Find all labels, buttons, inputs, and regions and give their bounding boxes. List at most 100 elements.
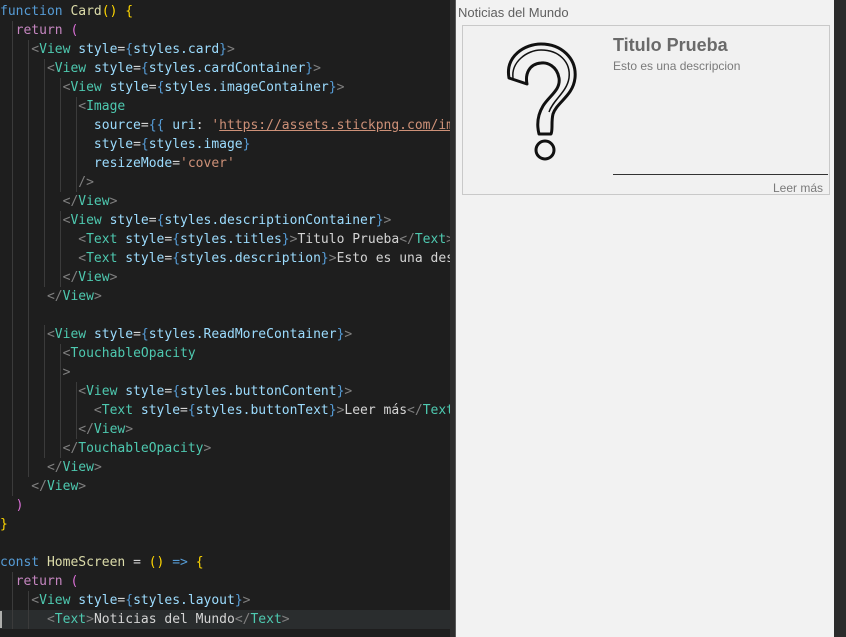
code-line[interactable]: </View> xyxy=(0,287,102,306)
code-line[interactable]: const HomeScreen = () => { xyxy=(0,553,204,572)
code-token: > xyxy=(93,289,102,304)
code-line[interactable]: style={styles.image} xyxy=(0,135,251,154)
code-token: = xyxy=(140,118,149,133)
code-line[interactable]: <Text style={styles.buttonText}>Leer más… xyxy=(0,401,450,420)
code-line[interactable]: </View> xyxy=(0,458,102,477)
code-token: < xyxy=(0,593,40,608)
code-token: </ xyxy=(234,612,251,627)
code-token: styles.card xyxy=(133,42,220,57)
code-token: {{ xyxy=(148,118,173,133)
code-token: View xyxy=(70,80,110,95)
code-token: } xyxy=(328,80,337,95)
code-line[interactable]: </View> xyxy=(0,420,133,439)
code-token: ' xyxy=(211,118,220,133)
code-token: View xyxy=(54,61,94,76)
code-token: View xyxy=(86,384,126,399)
code-editor[interactable]: function Card() { return ( <View style={… xyxy=(0,0,450,637)
code-token: > xyxy=(125,422,134,437)
code-token: } xyxy=(219,42,227,57)
code-token: Text xyxy=(422,403,450,418)
code-token: { xyxy=(125,42,134,57)
code-line[interactable]: <Text style={styles.titles}>Titulo Prueb… xyxy=(0,230,450,249)
code-line[interactable]: <Text>Noticias del Mundo</Text> xyxy=(0,610,290,629)
code-line[interactable]: </TouchableOpacity> xyxy=(0,439,212,458)
code-token: : xyxy=(195,118,212,133)
code-token: } xyxy=(0,517,8,532)
code-token: uri xyxy=(172,118,196,133)
code-token: View xyxy=(93,422,126,437)
code-token: { xyxy=(172,251,181,266)
code-token: const xyxy=(0,555,47,570)
code-token: styles.descriptionContainer xyxy=(164,213,376,228)
code-line[interactable]: <View style={styles.ReadMoreContainer}> xyxy=(0,325,352,344)
code-token: style xyxy=(125,384,165,399)
code-token: source xyxy=(0,118,141,133)
code-token: Text xyxy=(250,612,282,627)
code-line[interactable]: ) xyxy=(0,496,24,515)
code-line[interactable]: <View style={styles.descriptionContainer… xyxy=(0,211,392,230)
code-token: TouchableOpacity xyxy=(70,346,196,361)
code-line[interactable]: <View style={styles.cardContainer}> xyxy=(0,59,321,78)
code-token: = xyxy=(133,61,141,76)
code-line[interactable]: <View style={styles.card}> xyxy=(0,40,235,59)
code-token: Image xyxy=(86,99,126,114)
code-line[interactable]: <View style={styles.layout}> xyxy=(0,591,250,610)
code-line[interactable]: return ( xyxy=(0,21,79,40)
code-token: styles.image xyxy=(148,137,243,152)
code-line[interactable]: </View> xyxy=(0,268,118,287)
code-line[interactable]: <View style={styles.buttonContent}> xyxy=(0,382,352,401)
code-token: Text xyxy=(86,232,126,247)
code-token: > xyxy=(203,441,212,456)
news-card: Titulo Prueba Esto es una descripcion Le… xyxy=(462,25,830,195)
scrollbar[interactable] xyxy=(834,0,846,637)
code-token: > xyxy=(109,194,118,209)
code-token: < xyxy=(0,61,55,76)
text-cursor xyxy=(0,611,2,628)
code-token: = xyxy=(172,156,181,171)
code-line[interactable]: } xyxy=(0,515,8,534)
code-line[interactable]: <TouchableOpacity xyxy=(0,344,196,363)
code-token: TouchableOpacity xyxy=(78,441,204,456)
code-token: styles.description xyxy=(180,251,321,266)
code-token: style xyxy=(78,593,118,608)
code-token: View xyxy=(78,194,110,209)
code-token: { xyxy=(172,232,181,247)
code-line[interactable]: </View> xyxy=(0,192,118,211)
code-token: /> xyxy=(0,175,94,190)
code-token: View xyxy=(78,270,110,285)
code-token: </ xyxy=(0,479,47,494)
code-line[interactable]: source={{ uri: 'https://assets.stickpng.… xyxy=(0,116,450,135)
code-line[interactable]: </View> xyxy=(0,477,86,496)
code-token: styles.layout xyxy=(133,593,235,608)
code-token: < xyxy=(0,403,102,418)
code-line[interactable]: <View style={styles.imageContainer}> xyxy=(0,78,345,97)
code-token: > xyxy=(78,479,87,494)
code-line[interactable]: resizeMode='cover' xyxy=(0,154,235,173)
code-token: style xyxy=(93,61,134,76)
code-token: Card xyxy=(70,4,102,19)
code-token: Text xyxy=(414,232,447,247)
code-line[interactable]: /> xyxy=(0,173,94,192)
code-token: { xyxy=(140,61,149,76)
code-line[interactable]: <Text style={styles.description}>Esto es… xyxy=(0,249,450,268)
code-token: View xyxy=(39,593,79,608)
read-more-button[interactable]: Leer más xyxy=(773,181,823,195)
code-token: </ xyxy=(0,441,79,456)
code-line[interactable]: > xyxy=(0,363,71,382)
code-token: { xyxy=(187,403,196,418)
code-token: Text xyxy=(101,403,141,418)
code-token: View xyxy=(39,42,79,57)
code-token: Esto es una desc xyxy=(336,251,450,266)
code-token: </ xyxy=(0,194,79,209)
code-token: < xyxy=(0,612,55,627)
code-token: => xyxy=(164,555,196,570)
code-token: </ xyxy=(0,270,79,285)
code-line[interactable]: <Image xyxy=(0,97,125,116)
code-token: } xyxy=(375,213,384,228)
code-token: < xyxy=(0,327,55,342)
code-token: styles.buttonContent xyxy=(180,384,337,399)
code-token: styles.buttonText xyxy=(195,403,329,418)
code-line[interactable]: function Card() { xyxy=(0,2,133,21)
code-token: styles.cardContainer xyxy=(148,61,306,76)
code-line[interactable]: return ( xyxy=(0,572,79,591)
